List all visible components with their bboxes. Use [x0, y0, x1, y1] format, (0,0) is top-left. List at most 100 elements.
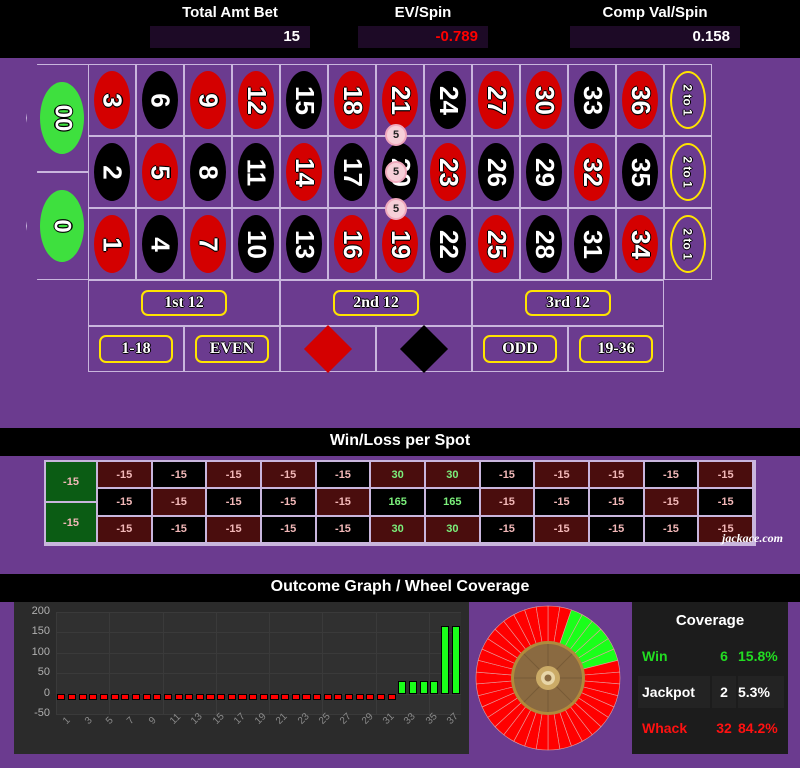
- table-cell-33[interactable]: 33: [568, 64, 616, 136]
- number-pocket-1[interactable]: 1: [94, 215, 130, 273]
- outside-bet-1[interactable]: EVEN: [184, 326, 280, 372]
- number-pocket-32[interactable]: 32: [574, 143, 610, 201]
- dozen-bet-1[interactable]: 1st 12: [88, 280, 280, 326]
- table-cell-2[interactable]: 2: [88, 136, 136, 208]
- table-cell-36[interactable]: 36: [616, 64, 664, 136]
- outside-pill-4[interactable]: ODD: [483, 335, 557, 363]
- number-pocket-17[interactable]: 17: [334, 143, 370, 201]
- table-cell-6[interactable]: 6: [136, 64, 184, 136]
- number-pocket-14[interactable]: 14: [286, 143, 322, 201]
- number-pocket-30[interactable]: 30: [526, 71, 562, 129]
- black-diamond-icon[interactable]: [399, 324, 449, 374]
- table-cell-18[interactable]: 18: [328, 64, 376, 136]
- two-to-one-oval[interactable]: 2 to 1: [670, 71, 706, 129]
- number-pocket-7[interactable]: 7: [190, 215, 226, 273]
- outside-pill-0[interactable]: 1-18: [99, 335, 173, 363]
- table-cell-27[interactable]: 27: [472, 64, 520, 136]
- number-pocket-11[interactable]: 11: [238, 143, 274, 201]
- zero-cell-0[interactable]: 0: [26, 172, 88, 280]
- table-cell-31[interactable]: 31: [568, 208, 616, 280]
- zero-pocket-0[interactable]: 0: [40, 190, 84, 262]
- table-cell-28[interactable]: 28: [520, 208, 568, 280]
- table-cell-26[interactable]: 26: [472, 136, 520, 208]
- number-pocket-5[interactable]: 5: [142, 143, 178, 201]
- stat-value-2[interactable]: 0.158: [570, 26, 740, 48]
- table-cell-24[interactable]: 24: [424, 64, 472, 136]
- table-cell-8[interactable]: 8: [184, 136, 232, 208]
- stat-value-0[interactable]: 15: [150, 26, 310, 48]
- number-pocket-22[interactable]: 22: [430, 215, 466, 273]
- table-cell-7[interactable]: 7: [184, 208, 232, 280]
- dozen-bet-2[interactable]: 2nd 12: [280, 280, 472, 326]
- column-bet-2to1-row3[interactable]: 2 to 1: [664, 208, 712, 280]
- table-cell-22[interactable]: 22: [424, 208, 472, 280]
- bet-chip-1[interactable]: 5: [385, 161, 407, 183]
- number-pocket-3[interactable]: 3: [94, 71, 130, 129]
- table-cell-10[interactable]: 10: [232, 208, 280, 280]
- table-cell-12[interactable]: 12: [232, 64, 280, 136]
- table-cell-11[interactable]: 11: [232, 136, 280, 208]
- number-pocket-8[interactable]: 8: [190, 143, 226, 201]
- table-cell-15[interactable]: 15: [280, 64, 328, 136]
- number-pocket-10[interactable]: 10: [238, 215, 274, 273]
- dozen-pill-3[interactable]: 3rd 12: [525, 290, 611, 316]
- two-to-one-oval[interactable]: 2 to 1: [670, 143, 706, 201]
- dozen-pill-1[interactable]: 1st 12: [141, 290, 227, 316]
- number-pocket-18[interactable]: 18: [334, 71, 370, 129]
- zero-pocket-00[interactable]: 00: [40, 82, 84, 154]
- table-cell-32[interactable]: 32: [568, 136, 616, 208]
- number-pocket-36[interactable]: 36: [622, 71, 658, 129]
- number-pocket-21[interactable]: 21: [382, 71, 418, 129]
- red-diamond-icon[interactable]: [303, 324, 353, 374]
- column-bet-2to1-row1[interactable]: 2 to 1: [664, 64, 712, 136]
- outside-pill-1[interactable]: EVEN: [195, 335, 269, 363]
- number-pocket-33[interactable]: 33: [574, 71, 610, 129]
- table-cell-25[interactable]: 25: [472, 208, 520, 280]
- table-cell-17[interactable]: 17: [328, 136, 376, 208]
- table-cell-5[interactable]: 5: [136, 136, 184, 208]
- number-pocket-35[interactable]: 35: [622, 143, 658, 201]
- dozen-bet-3[interactable]: 3rd 12: [472, 280, 664, 326]
- number-pocket-27[interactable]: 27: [478, 71, 514, 129]
- number-pocket-34[interactable]: 34: [622, 215, 658, 273]
- stat-value-1[interactable]: -0.789: [358, 26, 488, 48]
- number-pocket-6[interactable]: 6: [142, 71, 178, 129]
- number-pocket-29[interactable]: 29: [526, 143, 562, 201]
- table-cell-14[interactable]: 14: [280, 136, 328, 208]
- number-pocket-24[interactable]: 24: [430, 71, 466, 129]
- table-cell-13[interactable]: 13: [280, 208, 328, 280]
- dozen-pill-2[interactable]: 2nd 12: [333, 290, 419, 316]
- table-cell-23[interactable]: 23: [424, 136, 472, 208]
- number-pocket-4[interactable]: 4: [142, 215, 178, 273]
- number-pocket-15[interactable]: 15: [286, 71, 322, 129]
- number-pocket-26[interactable]: 26: [478, 143, 514, 201]
- table-cell-30[interactable]: 30: [520, 64, 568, 136]
- number-pocket-12[interactable]: 12: [238, 71, 274, 129]
- outside-bet-2[interactable]: [280, 324, 376, 374]
- outside-bet-0[interactable]: 1-18: [88, 326, 184, 372]
- outside-bet-5[interactable]: 19-36: [568, 326, 664, 372]
- number-pocket-31[interactable]: 31: [574, 215, 610, 273]
- table-cell-34[interactable]: 34: [616, 208, 664, 280]
- number-pocket-16[interactable]: 16: [334, 215, 370, 273]
- number-pocket-19[interactable]: 19: [382, 215, 418, 273]
- zero-cell-00[interactable]: 00: [26, 64, 88, 172]
- bet-chip-0[interactable]: 5: [385, 124, 407, 146]
- outside-bet-3[interactable]: [376, 324, 472, 374]
- table-cell-9[interactable]: 9: [184, 64, 232, 136]
- number-pocket-25[interactable]: 25: [478, 215, 514, 273]
- table-cell-4[interactable]: 4: [136, 208, 184, 280]
- table-cell-3[interactable]: 3: [88, 64, 136, 136]
- number-pocket-9[interactable]: 9: [190, 71, 226, 129]
- number-pocket-28[interactable]: 28: [526, 215, 562, 273]
- outside-pill-5[interactable]: 19-36: [579, 335, 653, 363]
- two-to-one-oval[interactable]: 2 to 1: [670, 215, 706, 273]
- outside-bet-4[interactable]: ODD: [472, 326, 568, 372]
- table-cell-1[interactable]: 1: [88, 208, 136, 280]
- table-cell-29[interactable]: 29: [520, 136, 568, 208]
- column-bet-2to1-row2[interactable]: 2 to 1: [664, 136, 712, 208]
- table-cell-16[interactable]: 16: [328, 208, 376, 280]
- bet-chip-2[interactable]: 5: [385, 198, 407, 220]
- number-pocket-23[interactable]: 23: [430, 143, 466, 201]
- number-pocket-13[interactable]: 13: [286, 215, 322, 273]
